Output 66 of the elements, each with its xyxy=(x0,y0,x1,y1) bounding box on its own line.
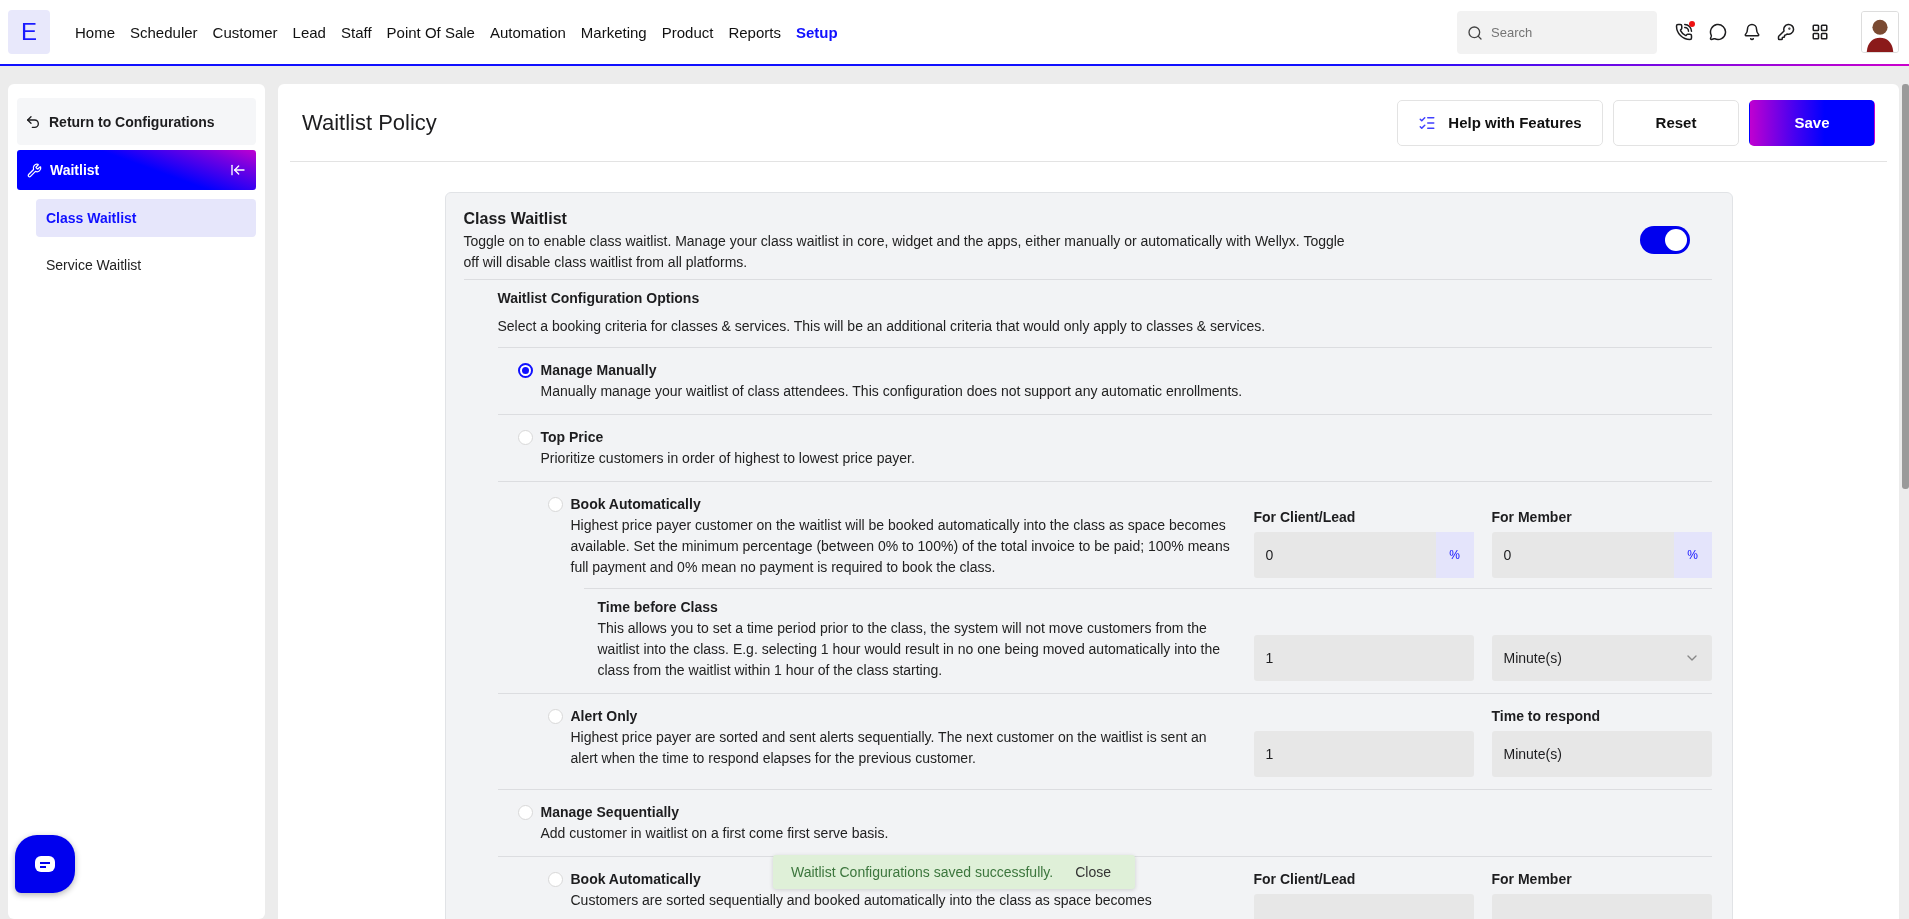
option-title: Manage Manually xyxy=(540,361,657,380)
input-field[interactable]: 0 % xyxy=(1491,532,1712,578)
grid-icon[interactable] xyxy=(1811,23,1829,41)
detail-description: This allows you to set a time period prior to the class, the system will not move customers from the waitlist into the class. E.g. selecting 1 hour would result in no one being moved automatically into the class from the waitlist within 1 hour of the class starting. xyxy=(597,619,1222,680)
back-link[interactable]: Return to Configurations xyxy=(17,98,256,145)
reset-button[interactable]: Reset xyxy=(1613,99,1739,146)
search-icon xyxy=(1467,24,1483,41)
option-description: Prioritize customers in order of highest to lowest price payer. xyxy=(540,449,915,468)
logo: E xyxy=(8,10,50,54)
detail-title: Time before Class xyxy=(597,598,719,617)
section-header: Waitlist xyxy=(17,150,256,190)
wrench-icon xyxy=(27,162,42,178)
section-title: Waitlist Configuration Options xyxy=(497,289,701,308)
option-description: Customers are sorted sequentially and booked automatically into the class as space becomes xyxy=(570,891,1152,910)
chat-button[interactable] xyxy=(15,835,75,893)
close-link[interactable]: Close xyxy=(1075,864,1111,880)
nav-link[interactable]: Staff xyxy=(340,23,372,41)
nav-link[interactable]: Customer xyxy=(212,23,278,41)
bell-icon[interactable] xyxy=(1743,23,1761,41)
help-button[interactable]: Help with Features xyxy=(1397,99,1603,146)
nav-link[interactable]: Automation xyxy=(489,23,566,41)
nav-link[interactable]: Reports xyxy=(728,23,781,41)
collapse-icon[interactable] xyxy=(230,162,246,178)
field-label: Time to respond xyxy=(1491,707,1602,726)
option-title: Alert Only xyxy=(570,707,638,726)
chat-bubble-icon xyxy=(34,855,56,873)
option-title: Manage Sequentially xyxy=(540,803,679,822)
nav-link[interactable]: Scheduler xyxy=(130,23,198,41)
select-field[interactable]: Minute(s) xyxy=(1491,635,1712,681)
save-button[interactable]: Save xyxy=(1749,99,1875,146)
option-description: Highest price payer customer on the waitlist will be booked automatically into the class as space becomes available. Set the minimum percentage (between 0% to 100%) of the total invoice to be paid; 100% means full payment and 0% mean no payment is required to book the class. xyxy=(570,516,1231,577)
option-description: Manually manage your waitlist of class attendees. This configuration does not support any automatic enrollments. xyxy=(540,382,1243,401)
field-label: For Member xyxy=(1491,870,1573,889)
toggle-switch[interactable] xyxy=(1639,226,1690,254)
card-description: Toggle on to enable class waitlist. Manage your class waitlist in core, widget and the apps, either manually or automatically with Wellyx. Toggle off will disable class waitlist from all platforms. xyxy=(463,232,1346,272)
input-field[interactable]: Minute(s) xyxy=(1491,731,1712,777)
sidebar-item[interactable]: Class Waitlist xyxy=(36,199,256,237)
back-arrow-icon xyxy=(25,113,41,130)
field-label: For Member xyxy=(1491,508,1573,527)
chat-icon[interactable] xyxy=(1709,23,1727,41)
nav-link[interactable]: Product xyxy=(661,23,714,41)
radio-button[interactable] xyxy=(517,363,533,378)
key-icon[interactable] xyxy=(1777,23,1795,41)
input-field[interactable]: 1 xyxy=(1253,731,1474,777)
option-title: Book Automatically xyxy=(570,870,701,889)
nav-link[interactable]: Lead xyxy=(292,23,326,41)
input-field[interactable]: 1 xyxy=(1253,635,1474,681)
toast-message: Waitlist Configurations saved successfully. xyxy=(791,864,1054,880)
card-title: Class Waitlist xyxy=(463,209,568,229)
sidebar-item[interactable]: Service Waitlist xyxy=(36,246,256,284)
field-label: For Client/Lead xyxy=(1253,508,1357,527)
option-title: Book Automatically xyxy=(570,495,701,514)
avatar[interactable] xyxy=(1861,11,1899,53)
phone-icon[interactable] xyxy=(1675,23,1693,41)
option-description: Highest price payer are sorted and sent alerts sequentially. The next customer on the waitlist is sent an alert when the time to respond elapses for the previous customer. xyxy=(570,728,1208,768)
nav-link[interactable]: Home xyxy=(75,23,115,41)
field-label: For Client/Lead xyxy=(1253,870,1357,889)
search-field[interactable]: Search xyxy=(1457,10,1657,54)
section-description: Select a booking criteria for classes & services. This will be an additional criteria that would only apply to classes & services. xyxy=(497,317,1267,336)
nav-link[interactable]: Point Of Sale xyxy=(386,23,475,41)
nav-link[interactable]: Setup xyxy=(795,23,838,41)
page-title: Waitlist Policy xyxy=(302,109,438,136)
option-description: Add customer in waitlist on a first come first serve basis. xyxy=(540,824,889,843)
nav-link[interactable]: Marketing xyxy=(580,23,647,41)
input-field[interactable]: 0 % xyxy=(1253,532,1474,578)
option-title: Top Price xyxy=(540,428,604,447)
